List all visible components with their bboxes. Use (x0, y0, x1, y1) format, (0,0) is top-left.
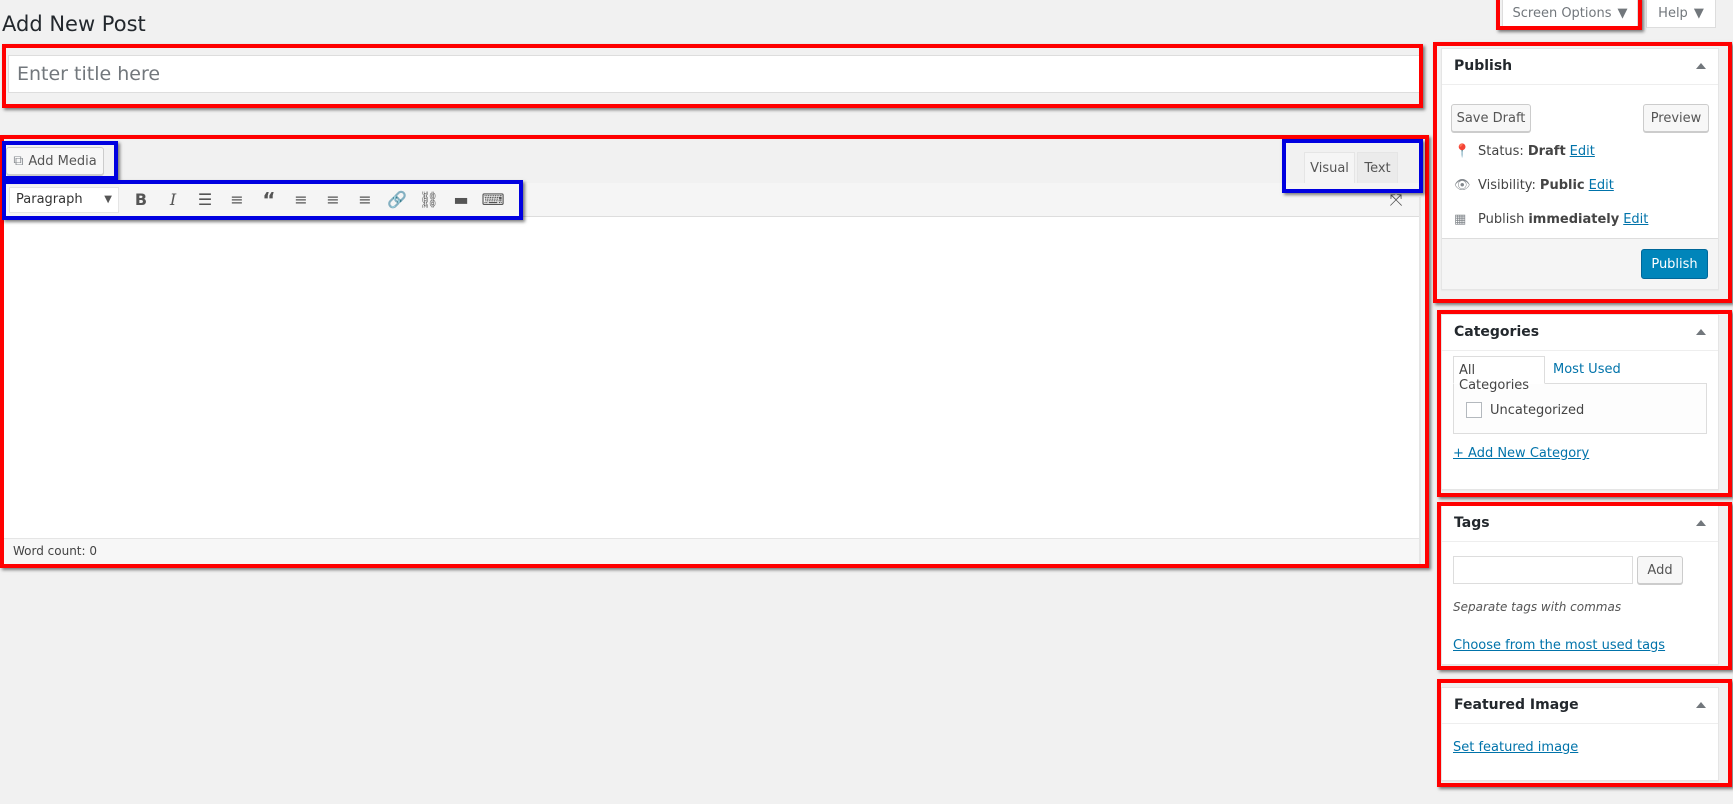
tab-text[interactable]: Text (1357, 152, 1398, 183)
publish-panel: Publish Save Draft Preview 📍 Status: Draft… (1441, 48, 1719, 290)
toolbar-toggle-icon[interactable]: ⌨ (477, 185, 509, 215)
choose-most-used-tags-link[interactable]: Choose from the most used tags (1453, 638, 1665, 653)
add-tag-button[interactable]: Add (1637, 556, 1683, 584)
pin-icon: 📍 (1454, 144, 1471, 159)
publish-button-label: Publish (1651, 256, 1698, 272)
add-media-icon: ⧉ (13, 153, 24, 169)
tab-all-categories-label: All Categories (1459, 363, 1530, 393)
caret-down-icon: ▼ (104, 194, 112, 205)
blockquote-icon[interactable]: “ (253, 185, 285, 215)
schedule-value: immediately (1528, 212, 1620, 227)
tags-panel: Tags Add Separate tags with commas Choos… (1441, 505, 1719, 665)
calendar-icon: ▦ (1454, 212, 1467, 227)
tab-most-used-label: Most Used (1553, 362, 1621, 377)
status-label: Status: (1478, 144, 1524, 159)
caret-down-icon: ▼ (1617, 6, 1628, 21)
categories-heading-label: Categories (1454, 324, 1540, 340)
align-right-icon[interactable]: ≡ (349, 185, 381, 215)
fullscreen-icon[interactable]: ⤧ (1380, 185, 1412, 215)
tags-help-text: Separate tags with commas (1453, 600, 1622, 614)
editor-resize-divider (1419, 197, 1421, 565)
add-media-button[interactable]: ⧉ Add Media (6, 147, 104, 175)
preview-button[interactable]: Preview (1643, 104, 1709, 132)
save-draft-button[interactable]: Save Draft (1451, 104, 1531, 132)
category-label: Uncategorized (1490, 402, 1585, 418)
align-left-icon[interactable]: ≡ (285, 185, 317, 215)
edit-status-link[interactable]: Edit (1570, 144, 1595, 159)
tags-input[interactable] (1453, 556, 1633, 584)
help-label: Help (1658, 6, 1688, 21)
insert-link-icon[interactable]: 🔗 (381, 185, 413, 215)
collapse-arrow-icon[interactable] (1696, 520, 1706, 526)
screen-options-label: Screen Options (1512, 6, 1612, 21)
format-select-value: Paragraph (16, 192, 83, 207)
featured-image-panel: Featured Image Set featured image (1441, 687, 1719, 781)
align-center-icon[interactable]: ≡ (317, 185, 349, 215)
publish-actions: Publish (1442, 238, 1718, 289)
tab-visual-label: Visual (1310, 160, 1349, 176)
save-draft-label: Save Draft (1456, 110, 1526, 126)
category-item[interactable]: Uncategorized (1466, 402, 1584, 418)
tags-heading-label: Tags (1454, 515, 1490, 531)
collapse-arrow-icon[interactable] (1696, 63, 1706, 69)
category-checkbox[interactable] (1466, 402, 1482, 418)
collapse-arrow-icon[interactable] (1696, 329, 1706, 335)
italic-icon[interactable]: I (157, 185, 189, 215)
read-more-icon[interactable]: ▬ (445, 185, 477, 215)
preview-label: Preview (1650, 110, 1702, 126)
tab-all-categories[interactable]: All Categories (1453, 356, 1545, 393)
screen-options-button[interactable]: Screen Options ▼ (1502, 0, 1638, 28)
page-title: Add New Post (2, 12, 146, 36)
format-select[interactable]: Paragraph ▼ (9, 186, 119, 213)
schedule-label: Publish (1478, 212, 1525, 227)
visibility-label: Visibility: (1478, 178, 1536, 193)
bold-icon[interactable]: B (125, 185, 157, 215)
set-featured-image-link[interactable]: Set featured image (1453, 740, 1578, 755)
publish-heading-label: Publish (1454, 58, 1513, 74)
eye-icon: 👁 (1454, 178, 1471, 193)
featured-image-heading-label: Featured Image (1454, 697, 1579, 713)
add-media-label: Add Media (28, 153, 97, 169)
remove-link-icon[interactable]: ⛓ (413, 185, 445, 215)
tab-most-used[interactable]: Most Used (1553, 362, 1621, 377)
editor-toolbar: Paragraph ▼ B I ☰ ≡ “ ≡ ≡ ≡ 🔗 ⛓ ▬ ⌨ ⤧ (3, 183, 1420, 217)
word-count: Word count: 0 (3, 538, 1419, 564)
categories-panel: Categories All Categories Most Used Unca… (1441, 314, 1719, 490)
tab-text-label: Text (1364, 160, 1391, 176)
featured-image-heading[interactable]: Featured Image (1442, 688, 1718, 724)
editor-content-area[interactable] (2, 197, 1420, 565)
add-new-category-link[interactable]: + Add New Category (1453, 446, 1589, 461)
caret-down-icon: ▼ (1693, 6, 1704, 21)
tab-visual[interactable]: Visual (1304, 152, 1355, 183)
publish-heading[interactable]: Publish (1442, 49, 1718, 85)
collapse-arrow-icon[interactable] (1696, 702, 1706, 708)
bulleted-list-icon[interactable]: ☰ (189, 185, 221, 215)
edit-visibility-link[interactable]: Edit (1589, 178, 1614, 193)
categories-heading[interactable]: Categories (1442, 315, 1718, 351)
visibility-value: Public (1539, 178, 1585, 193)
publish-button[interactable]: Publish (1641, 249, 1708, 279)
numbered-list-icon[interactable]: ≡ (221, 185, 253, 215)
help-button[interactable]: Help ▼ (1646, 0, 1716, 28)
tags-heading[interactable]: Tags (1442, 506, 1718, 542)
status-value: Draft (1527, 144, 1566, 159)
edit-schedule-link[interactable]: Edit (1623, 212, 1648, 227)
post-title-input[interactable] (8, 55, 1420, 93)
add-tag-label: Add (1647, 562, 1673, 578)
